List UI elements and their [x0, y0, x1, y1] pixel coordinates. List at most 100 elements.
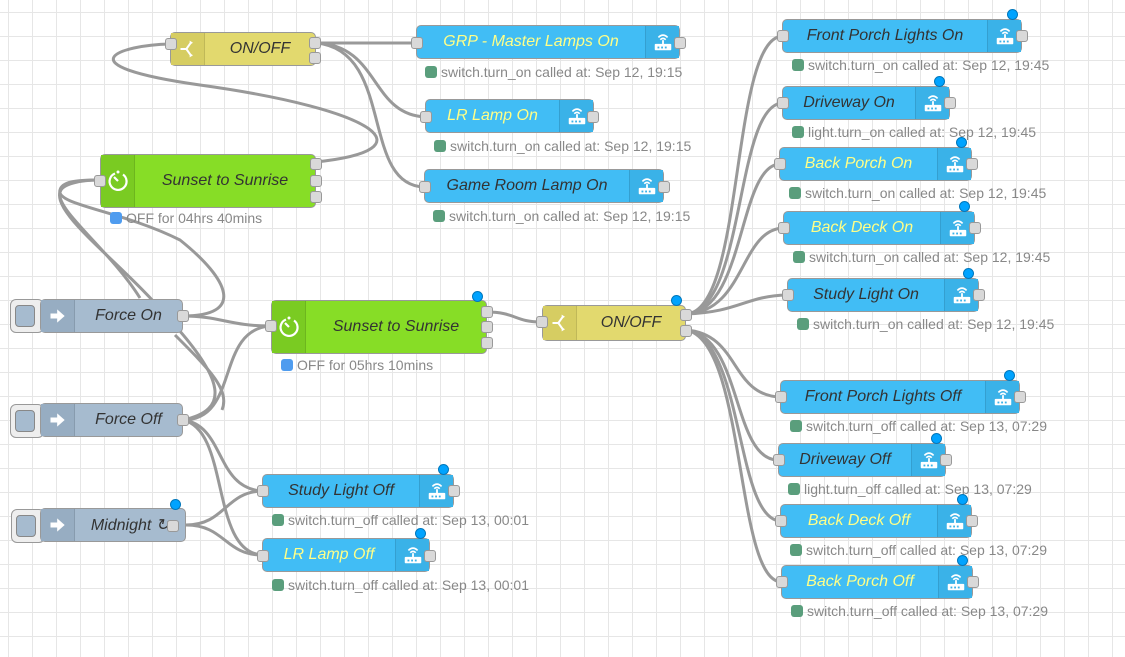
switch-node-mid[interactable]: ON/OFF — [542, 305, 686, 341]
output-port[interactable] — [1016, 30, 1028, 42]
output-port[interactable] — [967, 576, 979, 588]
ha-node-front-porch-lights-off[interactable]: Front Porch Lights Off — [780, 380, 1020, 414]
ha-node-driveway-off[interactable]: Driveway Off — [778, 443, 946, 477]
output-port[interactable] — [658, 181, 670, 193]
node-label: Driveway On — [803, 94, 895, 111]
changed-indicator-dot — [671, 295, 682, 306]
wire — [315, 41, 425, 189]
input-port[interactable] — [774, 158, 786, 170]
input-port[interactable] — [775, 391, 787, 403]
changed-indicator-dot — [934, 76, 945, 87]
output-port[interactable] — [680, 309, 692, 321]
ha-node-back-deck-off[interactable]: Back Deck Off — [780, 504, 972, 538]
output-port[interactable] — [587, 111, 599, 123]
node-status: switch.turn_on called at: Sep 12, 19:45 — [797, 316, 1054, 332]
output-port[interactable] — [680, 325, 692, 337]
output-port[interactable] — [674, 37, 686, 49]
ha-node-front-porch-lights-on[interactable]: Front Porch Lights On — [782, 19, 1022, 53]
time-range-node-sunset-top[interactable]: Sunset to Sunrise — [100, 154, 316, 208]
status-indicator-icon — [788, 483, 800, 495]
input-port[interactable] — [265, 320, 277, 332]
output-port[interactable] — [310, 191, 322, 203]
output-port[interactable] — [310, 158, 322, 170]
output-port[interactable] — [177, 414, 189, 426]
node-status: light.turn_on called at: Sep 12, 19:45 — [792, 124, 1036, 140]
ha-node-game-room-lamp-on[interactable]: Game Room Lamp On — [424, 169, 664, 203]
input-port[interactable] — [773, 454, 785, 466]
changed-indicator-dot — [170, 499, 181, 510]
output-port[interactable] — [424, 550, 436, 562]
node-status: switch.turn_on called at: Sep 12, 19:45 — [789, 185, 1046, 201]
wire — [182, 314, 271, 328]
input-port[interactable] — [778, 222, 790, 234]
wire — [486, 310, 542, 324]
input-port[interactable] — [420, 111, 432, 123]
status-indicator-icon — [792, 59, 804, 71]
output-port[interactable] — [969, 222, 981, 234]
status-indicator-icon — [110, 212, 122, 224]
output-port[interactable] — [481, 321, 493, 333]
node-status: switch.turn_off called at: Sep 13, 00:01 — [272, 512, 529, 528]
inject-node-midnight[interactable]: Midnight ↻ — [40, 508, 186, 542]
node-label: Front Porch Lights On — [806, 27, 964, 44]
input-port[interactable] — [777, 97, 789, 109]
input-port[interactable] — [536, 316, 548, 328]
wire — [685, 328, 782, 584]
input-port[interactable] — [257, 550, 269, 562]
node-label: LR Lamp Off — [283, 546, 375, 563]
ha-node-study-light-on[interactable]: Study Light On — [787, 278, 979, 312]
status-indicator-icon — [272, 579, 284, 591]
input-port[interactable] — [776, 576, 788, 588]
output-port[interactable] — [309, 37, 321, 49]
switch-node-top[interactable]: ON/OFF — [170, 32, 316, 66]
ha-node-lr-lamp-on[interactable]: LR Lamp On — [425, 99, 594, 133]
ha-node-driveway-on[interactable]: Driveway On — [782, 86, 950, 120]
output-port[interactable] — [177, 310, 189, 322]
ha-node-grp-master-lamps-on[interactable]: GRP - Master Lamps On — [416, 25, 680, 59]
output-port[interactable] — [310, 175, 322, 187]
timer-icon — [272, 301, 306, 353]
node-label: Study Light On — [813, 286, 919, 303]
input-port[interactable] — [775, 515, 787, 527]
output-port[interactable] — [481, 306, 493, 318]
ha-node-back-porch-off[interactable]: Back Porch Off — [781, 565, 973, 599]
ha-node-back-deck-on[interactable]: Back Deck On — [783, 211, 975, 245]
inject-node-force-off[interactable]: Force Off — [40, 403, 183, 437]
changed-indicator-dot — [957, 494, 968, 505]
input-port[interactable] — [777, 30, 789, 42]
input-port[interactable] — [782, 289, 794, 301]
flow-canvas[interactable]: ON/OFF GRP - Master Lamps On switch.turn… — [0, 0, 1125, 657]
inject-node-force-on[interactable]: Force On — [40, 299, 183, 333]
input-port[interactable] — [419, 181, 431, 193]
input-port[interactable] — [411, 37, 423, 49]
output-port[interactable] — [448, 485, 460, 497]
ha-node-study-light-off[interactable]: Study Light Off — [262, 474, 454, 508]
inject-button-force-off[interactable] — [10, 404, 44, 438]
ha-node-lr-lamp-off[interactable]: LR Lamp Off — [262, 538, 430, 572]
output-port[interactable] — [309, 52, 321, 64]
output-port[interactable] — [966, 515, 978, 527]
time-range-node-sunset-mid[interactable]: Sunset to Sunrise — [271, 300, 487, 354]
changed-indicator-dot — [415, 528, 426, 539]
node-label: Game Room Lamp On — [446, 177, 608, 194]
status-indicator-icon — [272, 514, 284, 526]
input-port[interactable] — [257, 485, 269, 497]
ha-node-back-porch-on[interactable]: Back Porch On — [779, 147, 972, 181]
output-port[interactable] — [973, 289, 985, 301]
status-indicator-icon — [797, 318, 809, 330]
input-port[interactable] — [94, 175, 106, 187]
output-port[interactable] — [167, 520, 179, 532]
output-port[interactable] — [966, 158, 978, 170]
node-status: switch.turn_off called at: Sep 13, 07:29 — [791, 603, 1048, 619]
output-port[interactable] — [940, 454, 952, 466]
output-port[interactable] — [944, 97, 956, 109]
output-port[interactable] — [1014, 391, 1026, 403]
inject-button-force-on[interactable] — [10, 299, 44, 333]
status-indicator-icon — [793, 251, 805, 263]
status-indicator-icon — [791, 605, 803, 617]
inject-arrow-icon — [41, 300, 75, 332]
wire — [685, 293, 788, 316]
input-port[interactable] — [165, 38, 177, 50]
output-port[interactable] — [481, 337, 493, 349]
node-label: Force On — [95, 307, 162, 324]
